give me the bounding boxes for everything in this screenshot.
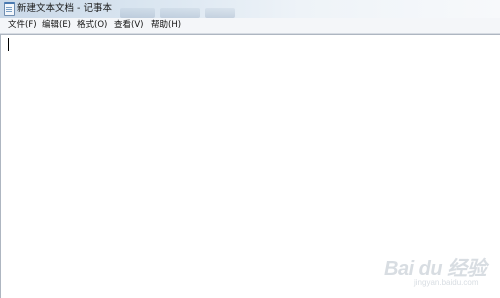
text-caret (8, 38, 9, 51)
menu-view[interactable]: 查看(V) (114, 19, 143, 32)
title-bar[interactable]: 新建文本文档 - 记事本 (0, 0, 500, 18)
menu-file[interactable]: 文件(F) (8, 19, 37, 32)
menu-bar: 文件(F) 编辑(E) 格式(O) 查看(V) 帮助(H) (0, 18, 500, 34)
blurred-background (205, 8, 235, 18)
menu-format[interactable]: 格式(O) (77, 19, 107, 32)
menu-help[interactable]: 帮助(H) (151, 19, 181, 32)
watermark-logo: Bai du 经验 (384, 258, 487, 280)
menu-edit[interactable]: 编辑(E) (42, 19, 71, 32)
baidu-jingyan-watermark: Bai du 经验 jingyan.baidu.com (384, 244, 496, 294)
blurred-background (160, 8, 200, 18)
blurred-background (120, 8, 155, 18)
window-title: 新建文本文档 - 记事本 (17, 3, 112, 14)
notepad-window: 新建文本文档 - 记事本 文件(F) 编辑(E) 格式(O) 查看(V) 帮助(… (0, 0, 500, 298)
notepad-icon (4, 2, 15, 16)
watermark-url: jingyan.baidu.com (414, 278, 479, 287)
